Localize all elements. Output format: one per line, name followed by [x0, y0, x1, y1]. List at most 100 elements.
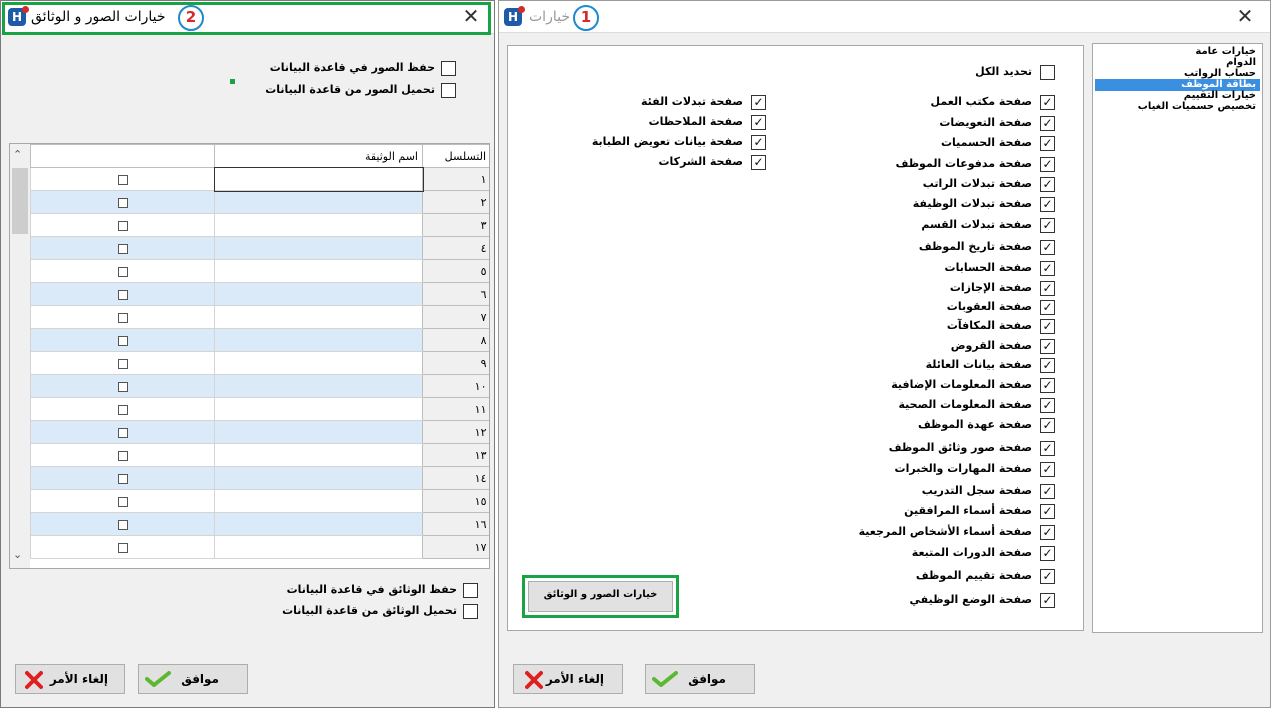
page-checkbox[interactable]: ✓: [1040, 319, 1055, 334]
table-row[interactable]: ١: [30, 166, 489, 192]
row-checkbox-cell[interactable]: [30, 420, 215, 444]
page-checkbox[interactable]: ✓: [1040, 358, 1055, 373]
close-icon[interactable]: ✕: [1234, 6, 1256, 28]
row-checkbox[interactable]: [117, 450, 128, 461]
page-checkbox[interactable]: ✓: [1040, 218, 1055, 233]
page-checkbox[interactable]: ✓: [1040, 281, 1055, 296]
row-checkbox[interactable]: [117, 519, 128, 530]
row-checkbox-cell[interactable]: [30, 489, 215, 513]
row-checkbox-cell[interactable]: [30, 190, 215, 214]
select-all-checkbox[interactable]: [1040, 65, 1055, 80]
row-checkbox[interactable]: [117, 427, 128, 438]
page-checkbox[interactable]: ✓: [1040, 418, 1055, 433]
page-checkbox[interactable]: ✓: [1040, 525, 1055, 540]
page-checkbox[interactable]: ✓: [1040, 484, 1055, 499]
close-icon[interactable]: ✕: [460, 6, 482, 28]
row-checkbox-cell[interactable]: [30, 305, 215, 329]
table-row[interactable]: ١٠: [30, 374, 489, 398]
scroll-up-icon[interactable]: ⌃: [13, 148, 22, 161]
document-name-cell[interactable]: [214, 420, 423, 444]
document-option-checkbox[interactable]: [463, 604, 478, 619]
table-row[interactable]: ١١: [30, 397, 489, 421]
page-checkbox[interactable]: ✓: [1040, 116, 1055, 131]
row-checkbox-cell[interactable]: [30, 328, 215, 352]
row-checkbox-cell[interactable]: [30, 512, 215, 536]
document-name-cell[interactable]: [213, 166, 424, 192]
row-checkbox-cell[interactable]: [30, 351, 215, 375]
vertical-scrollbar[interactable]: ⌃ ⌄: [10, 144, 30, 568]
row-checkbox[interactable]: [117, 312, 128, 323]
document-name-cell[interactable]: [214, 282, 423, 306]
scroll-thumb[interactable]: [12, 168, 28, 234]
row-checkbox[interactable]: [117, 197, 128, 208]
page-checkbox[interactable]: ✓: [1040, 441, 1055, 456]
page-checkbox[interactable]: ✓: [1040, 462, 1055, 477]
document-name-cell[interactable]: [214, 466, 423, 490]
page-checkbox[interactable]: ✓: [1040, 177, 1055, 192]
page-checkbox[interactable]: ✓: [1040, 569, 1055, 584]
page-checkbox[interactable]: ✓: [1040, 593, 1055, 608]
ok-button[interactable]: موافق: [138, 664, 248, 694]
document-name-cell[interactable]: [214, 443, 423, 467]
row-checkbox[interactable]: [117, 243, 128, 254]
page-checkbox[interactable]: ✓: [1040, 157, 1055, 172]
page-checkbox[interactable]: ✓: [751, 135, 766, 150]
document-name-cell[interactable]: [214, 236, 423, 260]
document-name-cell[interactable]: [214, 328, 423, 352]
table-row[interactable]: ٢: [30, 190, 489, 214]
document-name-cell[interactable]: [214, 305, 423, 329]
document-name-cell[interactable]: [214, 190, 423, 214]
table-row[interactable]: ٩: [30, 351, 489, 375]
row-checkbox[interactable]: [117, 266, 128, 277]
page-checkbox[interactable]: ✓: [1040, 136, 1055, 151]
page-checkbox[interactable]: ✓: [1040, 378, 1055, 393]
column-header-sequence[interactable]: التسلسل: [422, 144, 489, 168]
document-name-cell[interactable]: [214, 397, 423, 421]
row-checkbox-cell[interactable]: [30, 466, 215, 490]
table-row[interactable]: ٥: [30, 259, 489, 283]
row-checkbox-cell[interactable]: [30, 374, 215, 398]
table-row[interactable]: ٣: [30, 213, 489, 237]
row-checkbox[interactable]: [117, 358, 128, 369]
page-checkbox[interactable]: ✓: [1040, 95, 1055, 110]
table-row[interactable]: ١٧: [30, 535, 489, 559]
image-option-checkbox[interactable]: [441, 61, 456, 76]
page-checkbox[interactable]: ✓: [1040, 240, 1055, 255]
document-name-cell[interactable]: [214, 351, 423, 375]
row-checkbox[interactable]: [117, 289, 128, 300]
row-checkbox-cell[interactable]: [30, 213, 215, 237]
row-checkbox[interactable]: [117, 220, 128, 231]
row-checkbox-cell[interactable]: [30, 443, 215, 467]
image-options-button[interactable]: خيارات الصور و الوثائق: [528, 581, 673, 612]
document-name-cell[interactable]: [214, 213, 423, 237]
scroll-down-icon[interactable]: ⌄: [13, 548, 22, 561]
document-option-checkbox[interactable]: [463, 583, 478, 598]
page-checkbox[interactable]: ✓: [1040, 546, 1055, 561]
column-header-document-name[interactable]: اسم الوثيقة: [214, 144, 423, 168]
page-checkbox[interactable]: ✓: [751, 155, 766, 170]
table-row[interactable]: ١٤: [30, 466, 489, 490]
table-row[interactable]: ٨: [30, 328, 489, 352]
table-row[interactable]: ٦: [30, 282, 489, 306]
row-checkbox-cell[interactable]: [30, 236, 215, 260]
table-row[interactable]: ١٦: [30, 512, 489, 536]
sidebar-item[interactable]: تخصيص حسميات الغياب: [1138, 101, 1256, 113]
page-checkbox[interactable]: ✓: [1040, 339, 1055, 354]
table-row[interactable]: ١٢: [30, 420, 489, 444]
cancel-button[interactable]: إلغاء الأمر: [513, 664, 623, 694]
row-checkbox[interactable]: [117, 335, 128, 346]
image-option-checkbox[interactable]: [441, 83, 456, 98]
ok-button[interactable]: موافق: [645, 664, 755, 694]
row-checkbox[interactable]: [117, 404, 128, 415]
column-header-check[interactable]: [30, 144, 215, 168]
row-checkbox-cell[interactable]: [30, 397, 215, 421]
document-name-cell[interactable]: [214, 512, 423, 536]
row-checkbox-cell[interactable]: [30, 282, 215, 306]
cancel-button[interactable]: إلغاء الأمر: [15, 664, 125, 694]
table-row[interactable]: ١٣: [30, 443, 489, 467]
page-checkbox[interactable]: ✓: [1040, 300, 1055, 315]
row-checkbox-cell[interactable]: [30, 535, 215, 559]
page-checkbox[interactable]: ✓: [1040, 261, 1055, 276]
row-checkbox[interactable]: [117, 473, 128, 484]
document-name-cell[interactable]: [214, 259, 423, 283]
